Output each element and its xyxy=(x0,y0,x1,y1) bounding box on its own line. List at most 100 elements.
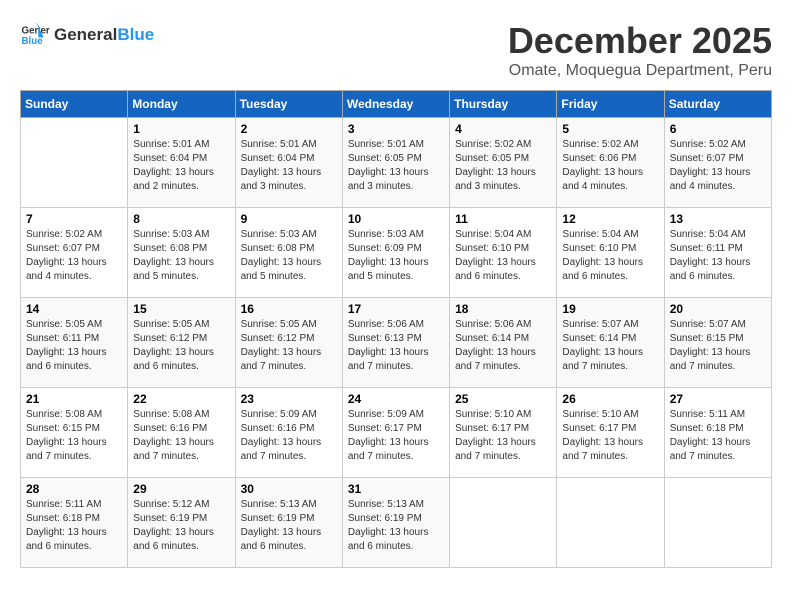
day-info: Sunrise: 5:04 AM Sunset: 6:11 PM Dayligh… xyxy=(670,228,766,284)
col-tuesday: Tuesday xyxy=(235,91,342,118)
location-title: Omate, Moquegua Department, Peru xyxy=(508,62,772,80)
calendar-cell: 27 Sunrise: 5:11 AM Sunset: 6:18 PM Dayli… xyxy=(664,388,771,478)
day-info: Sunrise: 5:04 AM Sunset: 6:10 PM Dayligh… xyxy=(455,228,551,284)
calendar-cell: 2 Sunrise: 5:01 AM Sunset: 6:04 PM Daylig… xyxy=(235,118,342,208)
day-number: 2 xyxy=(241,122,337,136)
day-number: 31 xyxy=(348,482,444,496)
day-number: 23 xyxy=(241,392,337,406)
calendar-week-3: 14 Sunrise: 5:05 AM Sunset: 6:11 PM Dayli… xyxy=(21,298,772,388)
day-info: Sunrise: 5:10 AM Sunset: 6:17 PM Dayligh… xyxy=(562,408,658,464)
day-info: Sunrise: 5:08 AM Sunset: 6:16 PM Dayligh… xyxy=(133,408,229,464)
month-title: December 2025 xyxy=(508,20,772,62)
day-number: 28 xyxy=(26,482,122,496)
calendar-cell xyxy=(21,118,128,208)
calendar-cell: 5Sunrise: 5:02 AM Sunset: 6:06 PM Daylig… xyxy=(557,118,664,208)
col-saturday: Saturday xyxy=(664,91,771,118)
day-info: Sunrise: 5:05 AM Sunset: 6:11 PM Dayligh… xyxy=(26,318,122,374)
calendar-cell: 8Sunrise: 5:03 AM Sunset: 6:08 PM Daylig… xyxy=(128,208,235,298)
calendar-week-2: 7 Sunrise: 5:02 AM Sunset: 6:07 PM Daylig… xyxy=(21,208,772,298)
logo-icon: General Blue xyxy=(20,20,50,50)
calendar-cell: 28 Sunrise: 5:11 AM Sunset: 6:18 PM Dayli… xyxy=(21,478,128,568)
calendar-cell: 12 Sunrise: 5:04 AM Sunset: 6:10 PM Dayli… xyxy=(557,208,664,298)
day-number: 6 xyxy=(670,122,766,136)
day-info: Sunrise: 5:12 AM Sunset: 6:19 PM Dayligh… xyxy=(133,498,229,554)
day-info: Sunrise: 5:08 AM Sunset: 6:15 PM Dayligh… xyxy=(26,408,122,464)
calendar-cell: 1Sunrise: 5:01 AM Sunset: 6:04 PM Daylig… xyxy=(128,118,235,208)
day-info: Sunrise: 5:02 AM Sunset: 6:07 PM Dayligh… xyxy=(26,228,122,284)
day-number: 15 xyxy=(133,302,229,316)
day-number: 7 xyxy=(26,212,122,226)
calendar-cell: 10Sunrise: 5:03 AM Sunset: 6:09 PM Dayli… xyxy=(342,208,449,298)
day-info: Sunrise: 5:02 AM Sunset: 6:07 PM Dayligh… xyxy=(670,138,766,194)
col-friday: Friday xyxy=(557,91,664,118)
logo-general-text: General xyxy=(54,25,117,45)
calendar-cell: 19Sunrise: 5:07 AM Sunset: 6:14 PM Dayli… xyxy=(557,298,664,388)
col-wednesday: Wednesday xyxy=(342,91,449,118)
day-info: Sunrise: 5:07 AM Sunset: 6:15 PM Dayligh… xyxy=(670,318,766,374)
calendar-cell: 3 Sunrise: 5:01 AM Sunset: 6:05 PM Daylig… xyxy=(342,118,449,208)
day-info: Sunrise: 5:13 AM Sunset: 6:19 PM Dayligh… xyxy=(241,498,337,554)
day-number: 25 xyxy=(455,392,551,406)
calendar-cell: 7 Sunrise: 5:02 AM Sunset: 6:07 PM Daylig… xyxy=(21,208,128,298)
calendar-cell: 21 Sunrise: 5:08 AM Sunset: 6:15 PM Dayli… xyxy=(21,388,128,478)
day-number: 27 xyxy=(670,392,766,406)
day-number: 16 xyxy=(241,302,337,316)
calendar-cell xyxy=(664,478,771,568)
calendar-week-5: 28 Sunrise: 5:11 AM Sunset: 6:18 PM Dayli… xyxy=(21,478,772,568)
calendar-cell: 11 Sunrise: 5:04 AM Sunset: 6:10 PM Dayli… xyxy=(450,208,557,298)
calendar-header-row: Sunday Monday Tuesday Wednesday Thursday… xyxy=(21,91,772,118)
day-info: Sunrise: 5:11 AM Sunset: 6:18 PM Dayligh… xyxy=(670,408,766,464)
calendar-cell: 18 Sunrise: 5:06 AM Sunset: 6:14 PM Dayli… xyxy=(450,298,557,388)
calendar-cell: 29Sunrise: 5:12 AM Sunset: 6:19 PM Dayli… xyxy=(128,478,235,568)
logo: General Blue General Blue xyxy=(20,20,154,50)
day-info: Sunrise: 5:06 AM Sunset: 6:13 PM Dayligh… xyxy=(348,318,444,374)
day-number: 20 xyxy=(670,302,766,316)
col-thursday: Thursday xyxy=(450,91,557,118)
day-info: Sunrise: 5:05 AM Sunset: 6:12 PM Dayligh… xyxy=(241,318,337,374)
day-number: 5 xyxy=(562,122,658,136)
day-number: 17 xyxy=(348,302,444,316)
calendar-cell: 17 Sunrise: 5:06 AM Sunset: 6:13 PM Dayli… xyxy=(342,298,449,388)
day-number: 1 xyxy=(133,122,229,136)
day-number: 24 xyxy=(348,392,444,406)
title-area: December 2025 Omate, Moquegua Department… xyxy=(508,20,772,80)
day-number: 26 xyxy=(562,392,658,406)
calendar-cell: 20 Sunrise: 5:07 AM Sunset: 6:15 PM Dayli… xyxy=(664,298,771,388)
calendar-cell: 22Sunrise: 5:08 AM Sunset: 6:16 PM Dayli… xyxy=(128,388,235,478)
day-info: Sunrise: 5:03 AM Sunset: 6:09 PM Dayligh… xyxy=(348,228,444,284)
calendar-cell: 30 Sunrise: 5:13 AM Sunset: 6:19 PM Dayli… xyxy=(235,478,342,568)
day-number: 21 xyxy=(26,392,122,406)
calendar-table: Sunday Monday Tuesday Wednesday Thursday… xyxy=(20,90,772,568)
calendar-cell: 9Sunrise: 5:03 AM Sunset: 6:08 PM Daylig… xyxy=(235,208,342,298)
day-info: Sunrise: 5:05 AM Sunset: 6:12 PM Dayligh… xyxy=(133,318,229,374)
calendar-cell: 23 Sunrise: 5:09 AM Sunset: 6:16 PM Dayli… xyxy=(235,388,342,478)
svg-text:Blue: Blue xyxy=(22,36,44,47)
day-number: 3 xyxy=(348,122,444,136)
calendar-cell: 6 Sunrise: 5:02 AM Sunset: 6:07 PM Daylig… xyxy=(664,118,771,208)
day-info: Sunrise: 5:10 AM Sunset: 6:17 PM Dayligh… xyxy=(455,408,551,464)
calendar-cell: 25 Sunrise: 5:10 AM Sunset: 6:17 PM Dayli… xyxy=(450,388,557,478)
calendar-cell: 4Sunrise: 5:02 AM Sunset: 6:05 PM Daylig… xyxy=(450,118,557,208)
calendar-cell: 14 Sunrise: 5:05 AM Sunset: 6:11 PM Dayli… xyxy=(21,298,128,388)
day-info: Sunrise: 5:07 AM Sunset: 6:14 PM Dayligh… xyxy=(562,318,658,374)
calendar-week-1: 1 Sunrise: 5:01 AM Sunset: 6:04 PM Daylig… xyxy=(21,118,772,208)
day-number: 11 xyxy=(455,212,551,226)
day-number: 18 xyxy=(455,302,551,316)
day-number: 8 xyxy=(133,212,229,226)
day-info: Sunrise: 5:01 AM Sunset: 6:05 PM Dayligh… xyxy=(348,138,444,194)
calendar-cell: 24Sunrise: 5:09 AM Sunset: 6:17 PM Dayli… xyxy=(342,388,449,478)
day-info: Sunrise: 5:01 AM Sunset: 6:04 PM Dayligh… xyxy=(241,138,337,194)
calendar-cell: 15 Sunrise: 5:05 AM Sunset: 6:12 PM Dayli… xyxy=(128,298,235,388)
col-monday: Monday xyxy=(128,91,235,118)
day-number: 14 xyxy=(26,302,122,316)
day-number: 30 xyxy=(241,482,337,496)
day-info: Sunrise: 5:04 AM Sunset: 6:10 PM Dayligh… xyxy=(562,228,658,284)
day-number: 12 xyxy=(562,212,658,226)
day-info: Sunrise: 5:06 AM Sunset: 6:14 PM Dayligh… xyxy=(455,318,551,374)
day-info: Sunrise: 5:09 AM Sunset: 6:16 PM Dayligh… xyxy=(241,408,337,464)
logo-blue-text: Blue xyxy=(117,25,154,45)
calendar-cell: 26 Sunrise: 5:10 AM Sunset: 6:17 PM Dayli… xyxy=(557,388,664,478)
day-info: Sunrise: 5:11 AM Sunset: 6:18 PM Dayligh… xyxy=(26,498,122,554)
calendar-cell: 16 Sunrise: 5:05 AM Sunset: 6:12 PM Dayli… xyxy=(235,298,342,388)
calendar-cell xyxy=(450,478,557,568)
